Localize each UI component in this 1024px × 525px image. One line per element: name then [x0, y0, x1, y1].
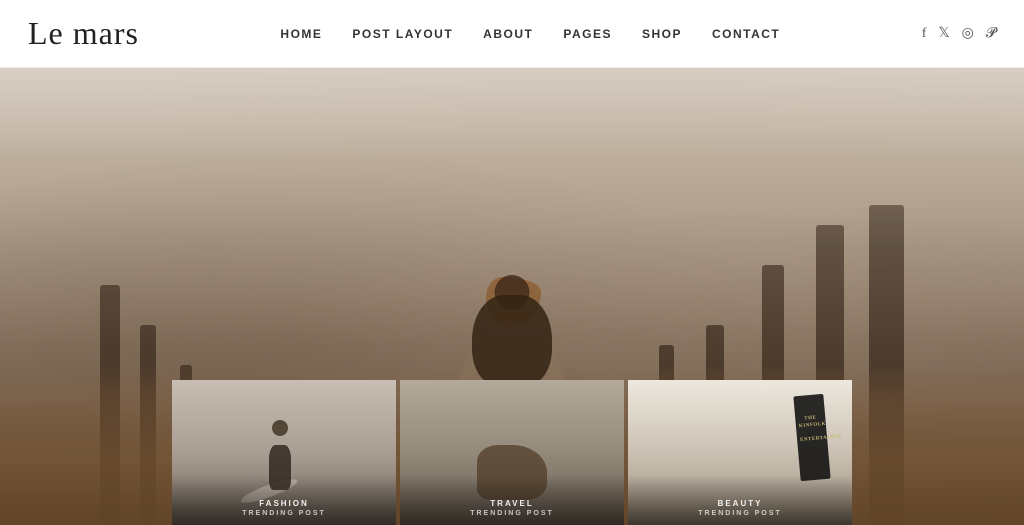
book-title: THEKINFOLKENTERTAINER: [798, 414, 824, 444]
card-category: FASHION: [259, 499, 309, 508]
nav-contact[interactable]: CONTACT: [712, 27, 780, 41]
trending-cards: FASHION TRENDING POST TRAVEL TRENDING PO…: [172, 380, 852, 525]
logo[interactable]: Le mars: [28, 15, 139, 52]
nav-shop[interactable]: SHOP: [642, 27, 682, 41]
instagram-icon[interactable]: ◎: [962, 25, 974, 42]
beauty-card[interactable]: THEKINFOLKENTERTAINER BEAUTY TRENDING PO…: [628, 380, 852, 525]
travel-card[interactable]: TRAVEL TRENDING POST: [400, 380, 624, 525]
facebook-icon[interactable]: f: [922, 26, 927, 42]
card-category: BEAUTY: [718, 499, 763, 508]
nav-post-layout[interactable]: POST LAYOUT: [352, 27, 453, 41]
hero-section: FASHION TRENDING POST TRAVEL TRENDING PO…: [0, 68, 1024, 525]
card-overlay: TRAVEL TRENDING POST: [400, 475, 624, 525]
hero-figure: [472, 295, 552, 385]
main-nav: HOME POST LAYOUT ABOUT PAGES SHOP CONTAC…: [280, 27, 780, 41]
card-subtitle: TRENDING POST: [698, 510, 782, 517]
fashion-card[interactable]: FASHION TRENDING POST: [172, 380, 396, 525]
card-subtitle: TRENDING POST: [242, 510, 326, 517]
pinterest-icon[interactable]: 𝓟: [986, 26, 996, 42]
nav-pages[interactable]: PAGES: [563, 27, 612, 41]
card-overlay: BEAUTY TRENDING POST: [628, 475, 852, 525]
card-subtitle: TRENDING POST: [470, 510, 554, 517]
site-header: Le mars HOME POST LAYOUT ABOUT PAGES SHO…: [0, 0, 1024, 68]
social-icons: f 𝕏 ◎ 𝓟: [922, 25, 996, 42]
card-category: TRAVEL: [490, 499, 533, 508]
surfer-head: [272, 420, 288, 436]
nav-about[interactable]: ABOUT: [483, 27, 533, 41]
figure-body: [472, 295, 552, 385]
card-overlay: FASHION TRENDING POST: [172, 475, 396, 525]
twitter-icon[interactable]: 𝕏: [938, 25, 949, 42]
nav-home[interactable]: HOME: [280, 27, 322, 41]
